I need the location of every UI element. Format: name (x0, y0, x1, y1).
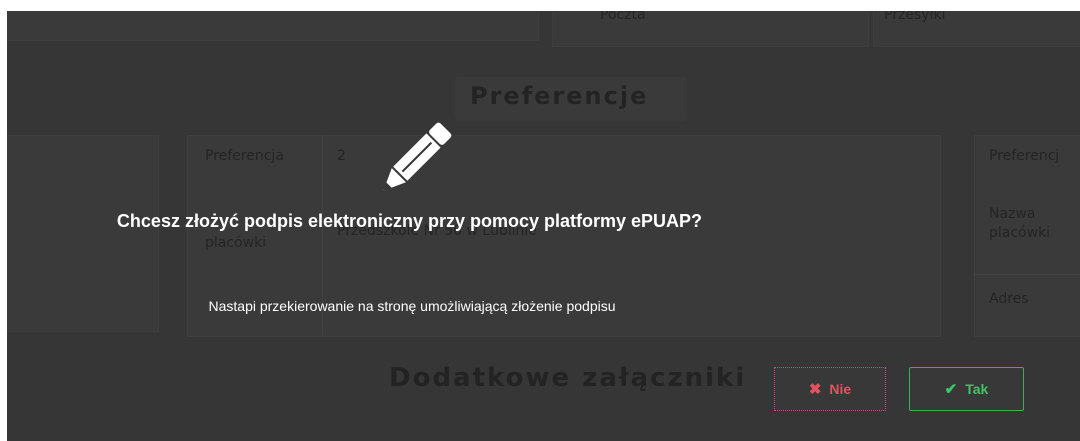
bg-label-przesylki: Przesyłki (884, 11, 946, 23)
modal-backdrop: Poczta Przesyłki Preferencje Preferencja… (7, 11, 1080, 441)
section-heading-preferences: Preferencje (470, 82, 649, 110)
bg-label-preference: Preferencja (205, 148, 284, 164)
bg-right-divider (974, 274, 1080, 275)
bg-right-label-facility: placówki (989, 225, 1051, 241)
dialog-title: Chcesz złożyć podpis elektroniczny przy … (116, 211, 703, 231)
pencil-icon (383, 122, 452, 191)
bg-label-facility: placówki (205, 235, 267, 251)
no-button[interactable]: ✖ Nie (774, 367, 886, 411)
bg-right-label-preference: Preferencj (989, 148, 1060, 164)
bg-card-top-left (7, 11, 539, 41)
yes-button[interactable]: ✔ Tak (909, 367, 1024, 411)
no-button-label: Nie (829, 381, 852, 397)
bg-label-poczta: Poczta (600, 11, 646, 23)
dialog-message: Nastapi przekierowanie na stronę umożliw… (208, 298, 616, 314)
bg-right-label-address: Adres (989, 291, 1029, 307)
section-heading-attachments: Dodatkowe załączniki (389, 363, 747, 393)
x-icon: ✖ (808, 380, 822, 398)
yes-button-label: Tak (965, 381, 989, 397)
bg-value-preference: 2 (337, 148, 346, 164)
check-icon: ✔ (944, 380, 958, 398)
bg-right-label-name: Nazwa (989, 206, 1036, 222)
